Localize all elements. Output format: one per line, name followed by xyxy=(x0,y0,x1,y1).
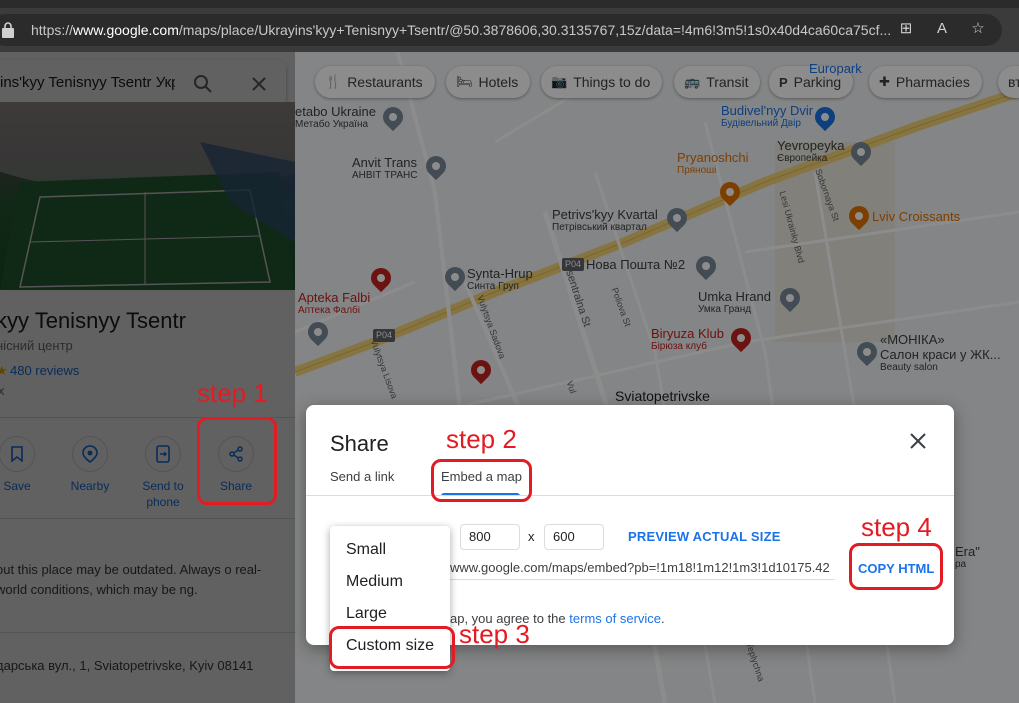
nearby-pin-icon xyxy=(82,445,98,463)
poi-pryanoshchi[interactable]: Pryanoshchi Пряноші xyxy=(677,150,749,177)
terms-of-service-link[interactable]: terms of service xyxy=(569,611,661,626)
star-icon: ★ xyxy=(0,363,8,378)
divider xyxy=(306,495,954,496)
url-text[interactable]: https://www.google.com/maps/place/Ukrayi… xyxy=(31,22,891,38)
send-to-phone-button[interactable]: Send to phone xyxy=(133,436,193,510)
browser-toolbar: https://www.google.com/maps/place/Ukrayi… xyxy=(0,0,1019,52)
chip-transit[interactable]: 🚌 Transit xyxy=(674,66,761,98)
bed-icon: 🛏 xyxy=(456,74,473,89)
poi-sviatopetrivske: Sviatopetrivske xyxy=(615,388,710,404)
height-input[interactable]: 600 xyxy=(544,524,604,550)
chip-pharmacies[interactable]: ✚ Pharmacies xyxy=(869,66,982,98)
browser-tabstrip xyxy=(0,0,1019,8)
step-3-annotation: step 3 xyxy=(459,619,530,649)
price-level: x xyxy=(0,383,5,398)
place-category: нісний центр xyxy=(0,338,73,353)
lock-icon xyxy=(2,22,14,38)
divider xyxy=(0,518,295,519)
poi-biryuza-klub[interactable]: Biryuza Klub Бірюза клуб xyxy=(651,326,724,353)
poi-synta-hrup[interactable]: Synta-Hrup Синта Груп xyxy=(467,266,533,293)
poi-era[interactable]: Era" ра xyxy=(955,544,980,571)
nearby-button[interactable]: Nearby xyxy=(60,436,120,494)
step-2-annotation: step 2 xyxy=(446,424,517,454)
read-aloud-icon[interactable]: A xyxy=(931,18,953,40)
step-1-highlight xyxy=(197,417,277,505)
search-input[interactable]: ins'kyy Tenisnyy Tsentr Укр xyxy=(0,74,175,91)
tab-send-a-link[interactable]: Send a link xyxy=(330,469,394,484)
step-3-highlight xyxy=(329,626,455,669)
road-number: P04 xyxy=(562,258,584,271)
step-1-annotation: step 1 xyxy=(197,378,268,408)
chip-restaurants[interactable]: 🍴 Restaurants xyxy=(315,66,435,98)
poi-anvit-trans[interactable]: Anvit Trans АНВІТ ТРАНС xyxy=(352,155,417,182)
close-icon[interactable] xyxy=(906,429,930,453)
poi-apteka-falbi[interactable]: Apteka Falbi Аптека Фалбі xyxy=(298,290,370,317)
outdated-info-notice: out this place may be outdated. Always o… xyxy=(0,562,262,597)
size-option-small[interactable]: Small xyxy=(346,541,386,559)
poi-nova-poshta[interactable]: Нова Пошта №2 xyxy=(586,257,685,272)
poi-lviv-croissants[interactable]: Lviv Croissants xyxy=(872,209,960,224)
save-button[interactable]: Save xyxy=(0,436,47,494)
favorites-star-icon[interactable]: ☆ xyxy=(967,18,989,40)
poi-budivelnyy-dvir[interactable]: Budivel'nyy Dvir Будівельний Двір xyxy=(721,103,813,130)
poi-umka-hrand[interactable]: Umka Hrand Умка Гранд xyxy=(698,289,771,316)
step-2-highlight xyxy=(431,459,532,502)
size-option-large[interactable]: Large xyxy=(346,605,387,623)
width-input[interactable]: 800 xyxy=(460,524,520,550)
close-icon[interactable] xyxy=(251,76,267,92)
bus-icon: 🚌 xyxy=(684,74,701,89)
dialog-title: Share xyxy=(330,431,389,456)
tennis-court-photo xyxy=(0,102,295,290)
parking-icon: P xyxy=(779,74,788,90)
bookmark-icon xyxy=(11,446,23,462)
app-grid-icon[interactable]: ⊞ xyxy=(895,18,917,40)
embed-code-field[interactable]: www.google.com/maps/embed?pb=!1m18!1m12!… xyxy=(450,560,835,580)
poi-petrivskyy-kvartal[interactable]: Petrivs'kyy Kvartal Петрівський квартал xyxy=(552,207,658,234)
poi-yevropeyka[interactable]: Yevropeyka Європейка xyxy=(777,138,844,165)
place-address[interactable]: дарська вул., 1, Sviatopetrivske, Kyiv 0… xyxy=(0,656,286,676)
dimension-separator: x xyxy=(528,529,535,544)
poi-europark[interactable]: Europark xyxy=(809,61,862,76)
pharmacy-icon: ✚ xyxy=(879,74,890,89)
poi-metabo[interactable]: etabo Ukraine Метабо Україна xyxy=(295,104,376,131)
step-4-highlight xyxy=(849,543,943,590)
step-4-annotation: step 4 xyxy=(861,512,932,542)
size-option-medium[interactable]: Medium xyxy=(346,573,403,591)
preview-actual-size-button[interactable]: PREVIEW ACTUAL SIZE xyxy=(628,529,781,544)
divider xyxy=(0,632,295,633)
reviews-link[interactable]: 480 reviews xyxy=(10,363,79,378)
search-box[interactable]: ins'kyy Tenisnyy Tsentr Укр xyxy=(0,60,286,108)
road-number: P04 xyxy=(373,329,395,342)
fork-knife-icon: 🍴 xyxy=(325,74,342,89)
phone-icon xyxy=(156,445,170,463)
chip-hotels[interactable]: 🛏 Hotels xyxy=(446,66,531,98)
place-title: kyy Tenisnyy Tsentr xyxy=(0,308,186,333)
place-photo[interactable] xyxy=(0,102,295,290)
chip-things-to-do[interactable]: 📷 Things to do xyxy=(541,66,663,98)
camera-icon: 📷 xyxy=(551,74,568,89)
search-icon[interactable] xyxy=(193,74,213,94)
poi-monika[interactable]: «МОНІКА» Салон краси у ЖК... Beauty salon xyxy=(880,332,1001,374)
